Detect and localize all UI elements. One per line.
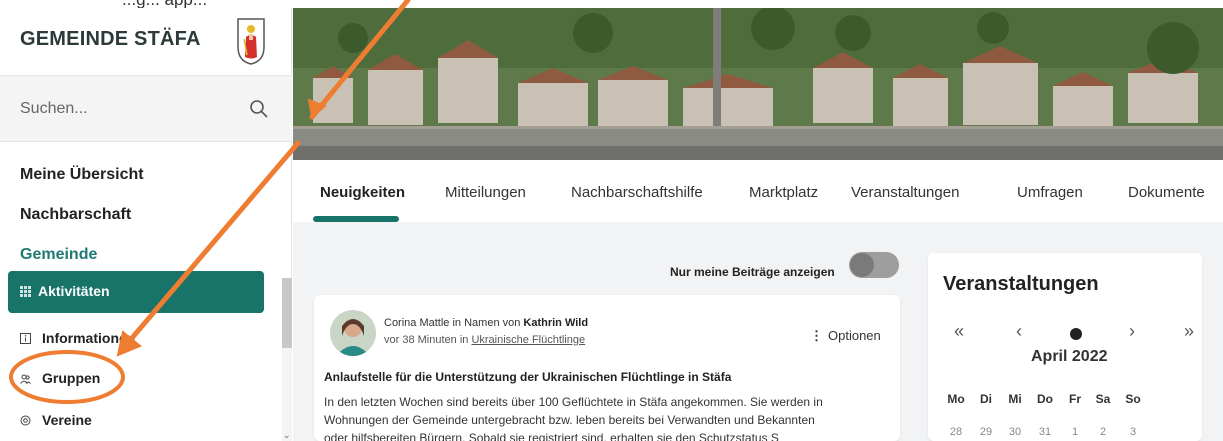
calendar-month: April 2022 (1031, 348, 1108, 365)
sidebar-item-label: Gruppen (42, 370, 101, 386)
weekday-header: Di (980, 392, 992, 406)
calendar-day[interactable]: 3 (1121, 426, 1145, 438)
calendar-today-icon[interactable] (1070, 328, 1082, 340)
kebab-menu-icon: ⋮ (810, 328, 823, 343)
post-title[interactable]: Anlaufstelle für die Unterstützung der U… (324, 370, 731, 384)
info-icon (20, 333, 31, 344)
search-icon[interactable] (249, 99, 269, 119)
toggle-knob (850, 253, 874, 277)
tab-bar: Neuigkeiten Mitteilungen Nachbarschaftsh… (293, 160, 1223, 222)
my-posts-toggle[interactable] (849, 252, 899, 278)
calendar-day[interactable]: 31 (1033, 426, 1057, 438)
tab-marktplatz[interactable]: Marktplatz (749, 184, 818, 201)
chevron-down-icon[interactable]: ⌄ (283, 430, 291, 441)
tab-dokumente[interactable]: Dokumente (1128, 184, 1205, 201)
toggle-label: Nur meine Beiträge anzeigen (670, 265, 835, 279)
hero-image (293, 8, 1223, 160)
post-body: In den letzten Wochen sind bereits über … (324, 393, 896, 441)
weekday-header: So (1125, 392, 1141, 406)
post-body-line: Wohnungen der Gemeinde untergebracht bzw… (324, 413, 815, 427)
sidebar-item-aktivitaeten[interactable]: Aktivitäten (8, 271, 264, 313)
tab-nachbarschaftshilfe[interactable]: Nachbarschaftshilfe (571, 184, 703, 201)
weekday-header: Sa (1095, 392, 1111, 406)
calendar-first-icon[interactable]: « (954, 321, 964, 342)
post-meta: vor 38 Minuten in Ukrainische Flüchtling… (384, 334, 585, 346)
weekday-header: Mo (947, 392, 965, 406)
top-clipped-text: ...g... app... (0, 0, 1223, 8)
calendar-prev-icon[interactable]: ‹ (1016, 321, 1022, 342)
tab-veranstaltungen[interactable]: Veranstaltungen (851, 184, 959, 201)
post-on-behalf-of[interactable]: Kathrin Wild (523, 317, 588, 329)
search-bar (0, 76, 292, 142)
post-author-connector: in Namen von (449, 317, 524, 329)
post-author-line: Corina Mattle in Namen von Kathrin Wild (384, 317, 588, 329)
events-title: Veranstaltungen (943, 273, 1099, 295)
nav-meine-uebersicht[interactable]: Meine Übersicht (20, 166, 144, 184)
post-time: vor 38 Minuten in (384, 334, 472, 346)
nav-gemeinde[interactable]: Gemeinde (20, 246, 97, 264)
brand-header: GEMEINDE STÄFA (0, 8, 292, 76)
options-label: Optionen (828, 328, 881, 343)
tab-umfragen[interactable]: Umfragen (1017, 184, 1083, 201)
calendar-next-icon[interactable]: › (1129, 321, 1135, 342)
main-content: Nur meine Beiträge anzeigen Corina Mattl… (293, 222, 1223, 441)
calendar-last-icon[interactable]: » (1184, 321, 1194, 342)
calendar-day[interactable]: 28 (944, 426, 968, 438)
sidebar-scrollbar-thumb[interactable] (282, 278, 292, 348)
gear-icon (20, 415, 31, 426)
nav-nachbarschaft[interactable]: Nachbarschaft (20, 206, 131, 224)
sidebar: GEMEINDE STÄFA Meine Übersicht Nachbarsc… (0, 8, 292, 441)
options-button[interactable]: ⋮ Optionen (810, 328, 881, 344)
post-group-link[interactable]: Ukrainische Flüchtlinge (471, 334, 585, 346)
calendar-day[interactable]: 2 (1091, 426, 1115, 438)
weekday-header: Mi (1008, 392, 1022, 406)
sidebar-item-label: Vereine (42, 412, 92, 428)
avatar[interactable] (330, 310, 376, 356)
grid-icon (20, 286, 31, 297)
tab-neuigkeiten[interactable]: Neuigkeiten (320, 184, 405, 201)
sidebar-item-label: Aktivitäten (38, 283, 110, 299)
calendar-day[interactable]: 29 (974, 426, 998, 438)
post-body-line: oder hilfsbereiten Bürgern. Sobald sie r… (324, 431, 779, 441)
coat-of-arms-icon (237, 18, 265, 65)
people-icon (20, 374, 31, 384)
post-body-line: In den letzten Wochen sind bereits über … (324, 395, 823, 409)
feed-post: Corina Mattle in Namen von Kathrin Wild … (314, 295, 900, 441)
calendar-day[interactable]: 30 (1003, 426, 1027, 438)
search-input[interactable] (20, 96, 230, 122)
weekday-header: Do (1037, 392, 1053, 406)
tab-mitteilungen[interactable]: Mitteilungen (445, 184, 526, 201)
weekday-header: Fr (1069, 392, 1081, 406)
sidebar-item-label: Informationen (42, 330, 136, 346)
brand-title[interactable]: GEMEINDE STÄFA (20, 28, 201, 51)
post-author[interactable]: Corina Mattle (384, 317, 449, 329)
calendar-day[interactable]: 1 (1063, 426, 1087, 438)
events-widget: Veranstaltungen « ‹ › » April 2022 Mo Di… (928, 253, 1202, 441)
